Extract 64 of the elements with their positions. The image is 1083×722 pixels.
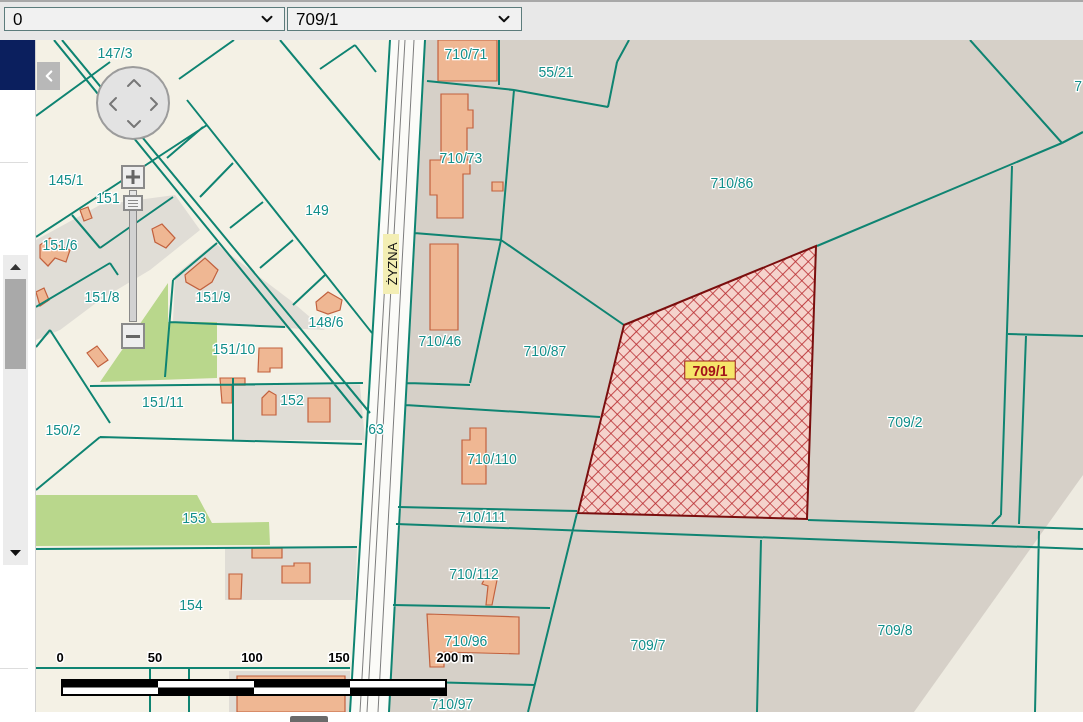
parcel-label: 149	[305, 202, 329, 218]
parcel-label: 709/8	[877, 622, 913, 638]
building-footprint	[261, 390, 277, 416]
scale-label: 100	[241, 649, 263, 665]
building-footprint	[151, 223, 176, 249]
scale-label: 150	[328, 649, 350, 665]
scale-label: 200 m	[436, 649, 474, 665]
tile-icon[interactable]	[290, 716, 328, 722]
parcel-label: 709/7	[630, 637, 666, 653]
parcel-label: 710/111	[457, 509, 507, 525]
zoom-in-button[interactable]	[121, 165, 145, 189]
building-footprint	[228, 573, 243, 600]
parcel-label: 710/112	[449, 566, 499, 582]
scrollbar-track[interactable]	[3, 255, 28, 565]
parcel-label: 151/9	[195, 289, 231, 305]
street-label: ŻYZNA	[383, 234, 400, 294]
building-footprint	[491, 181, 504, 192]
building-footprint	[257, 347, 283, 373]
parcel-label: 710/97	[430, 696, 474, 712]
scrollbar-thumb[interactable]	[5, 279, 26, 369]
parcel-label: 151/8	[84, 289, 120, 305]
building-footprint	[184, 257, 219, 291]
parcel-label: 709/2	[887, 414, 923, 430]
building-footprint	[315, 291, 343, 315]
parcel-label: 151/6	[42, 237, 78, 253]
building-footprint	[86, 345, 109, 368]
parcel-label: 710/86	[710, 175, 754, 191]
parcel-label: 55/21	[538, 64, 574, 80]
building-footprint	[251, 547, 283, 559]
parcel-label: 153	[182, 510, 206, 526]
parcel-label: 710/87	[523, 343, 567, 359]
zoom-slider-thumb[interactable]	[123, 195, 143, 212]
parcel-label: 7	[1074, 78, 1082, 94]
triangle-down-icon[interactable]	[10, 550, 21, 556]
parcel-label: 151/11	[142, 394, 184, 410]
parcel-label: 151/10	[212, 341, 256, 357]
parcel-label: 710/96	[444, 633, 488, 649]
collapse-panel-button[interactable]	[37, 62, 60, 90]
minus-icon	[126, 334, 140, 338]
parcel-label: 154	[179, 597, 203, 613]
scale-label: 50	[147, 649, 163, 665]
scale-label: 0	[56, 649, 64, 665]
parcel-label: 151	[96, 190, 120, 206]
building-footprint	[219, 377, 246, 404]
parcel-label: 147/3	[97, 45, 133, 61]
building-footprint	[281, 562, 311, 584]
parcel-label: 150/2	[45, 422, 81, 438]
building-footprint	[307, 397, 331, 423]
parcel-label: 152	[280, 392, 304, 408]
triangle-up-icon[interactable]	[10, 264, 21, 270]
building-footprint	[79, 206, 93, 222]
parcel-label: 710/71	[444, 46, 488, 62]
parcel-label: 63	[368, 421, 384, 437]
plus-icon	[126, 170, 140, 184]
panel-header	[0, 40, 35, 90]
parcel-label: 710/73	[439, 150, 483, 166]
parcel-label: 710/110	[467, 451, 517, 467]
parcel-label: 710/46	[418, 333, 462, 349]
parcel-label: 145/1	[48, 172, 84, 188]
select-field[interactable]: 0	[4, 7, 285, 31]
selected-parcel-label: 709/1	[684, 360, 736, 380]
zoom-out-button[interactable]	[121, 323, 145, 349]
parcel-label: 148/6	[308, 314, 344, 330]
select-field[interactable]: 709/1	[287, 7, 522, 31]
